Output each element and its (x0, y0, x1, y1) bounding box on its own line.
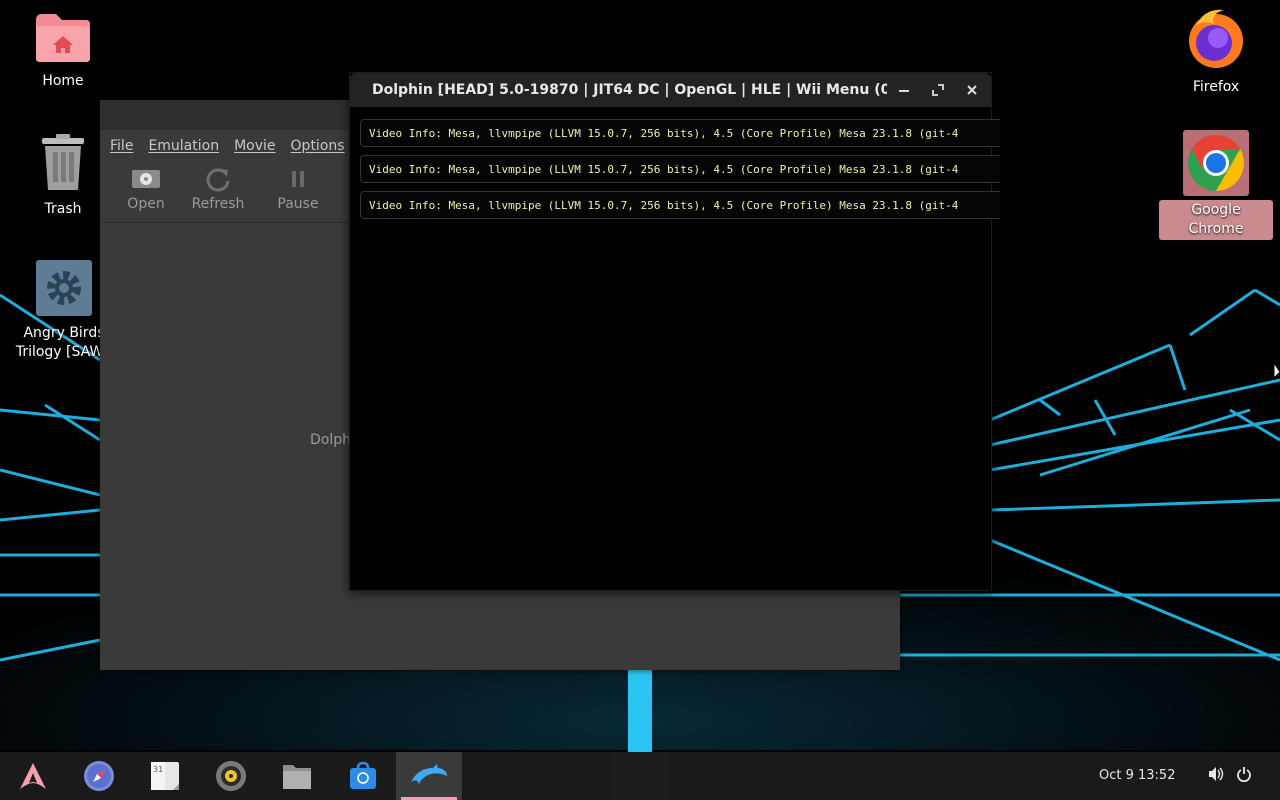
calendar-day-text: 31 (153, 765, 163, 774)
taskbar-dolphin[interactable] (396, 752, 462, 800)
system-tray (1208, 766, 1252, 782)
minimize-icon (899, 90, 909, 92)
pause-button[interactable]: Pause (262, 162, 334, 222)
taskbar-app-menu[interactable] (0, 752, 66, 800)
home-folder-icon (36, 14, 90, 62)
osd-message: Video Info: Mesa, llvmpipe (LLVM 15.0.7,… (360, 191, 1000, 219)
taskbar-web-browser[interactable] (66, 752, 132, 800)
osd-message: Video Info: Mesa, llvmpipe (LLVM 15.0.7,… (360, 155, 1000, 183)
desktop-icon-home[interactable]: Home (8, 12, 118, 91)
desktop-icon-label: Firefox (1192, 79, 1240, 95)
trash-icon (42, 134, 84, 190)
files-icon (283, 765, 311, 789)
calendar-icon: 31 (151, 762, 179, 790)
dolphin-emulator-icon (411, 764, 447, 784)
desktop-icon-firefox[interactable]: Firefox (1161, 8, 1271, 97)
menu-options[interactable]: Options (291, 138, 345, 154)
taskbar: 31 (0, 752, 1280, 800)
taskbar-clock[interactable]: Oct 9 13:52 (1099, 768, 1175, 783)
dolphin-render-window[interactable]: Dolphin [HEAD] 5.0-19870 | JIT64 DC | Op… (349, 72, 1000, 591)
settings-gear-icon (36, 260, 92, 316)
refresh-button[interactable]: Refresh (182, 162, 254, 222)
menu-file[interactable]: File (110, 138, 133, 154)
taskbar-software-store[interactable] (330, 752, 396, 800)
render-window-title: Dolphin [HEAD] 5.0-19870 | JIT64 DC | Op… (372, 82, 887, 98)
firefox-icon (1189, 9, 1243, 68)
osd-message: Video Info: Mesa, llvmpipe (LLVM 15.0.7,… (360, 119, 1000, 147)
menu-movie[interactable]: Movie (234, 138, 275, 154)
taskbar-files[interactable] (264, 752, 330, 800)
desktop-icon-label: Google Chrome (1159, 200, 1273, 240)
open-disc-icon (132, 170, 160, 188)
refresh-icon (206, 168, 230, 192)
desktop-icon-google-chrome[interactable]: Google Chrome (1159, 130, 1273, 240)
close-icon (967, 85, 977, 95)
volume-icon[interactable] (1208, 766, 1224, 782)
open-label: Open (127, 196, 165, 212)
chrome-icon (1188, 135, 1244, 191)
mouse-cursor-icon (1273, 362, 1280, 380)
maximize-icon (932, 84, 944, 96)
close-button[interactable] (955, 84, 989, 96)
software-store-icon (350, 761, 376, 789)
game-list-placeholder-text: Dolph (310, 432, 351, 448)
pause-icon (292, 171, 304, 187)
desktop-icon-label: Angry Birds Trilogy [SAWE (15, 325, 113, 360)
arch-menu-icon (20, 763, 46, 789)
power-icon[interactable] (1236, 766, 1252, 782)
maximize-button[interactable] (921, 84, 955, 96)
desktop-icon-label: Home (42, 73, 84, 89)
pause-label: Pause (277, 196, 319, 212)
menu-emulation[interactable]: Emulation (148, 138, 219, 154)
refresh-label: Refresh (191, 196, 245, 212)
taskbar-music-player[interactable] (198, 752, 264, 800)
taskbar-calendar[interactable]: 31 (132, 752, 198, 800)
music-player-icon (216, 761, 246, 791)
minimize-button[interactable] (887, 84, 921, 96)
web-browser-icon (84, 761, 114, 791)
render-window-titlebar[interactable]: Dolphin [HEAD] 5.0-19870 | JIT64 DC | Op… (350, 73, 991, 107)
open-button[interactable]: Open (110, 162, 182, 222)
